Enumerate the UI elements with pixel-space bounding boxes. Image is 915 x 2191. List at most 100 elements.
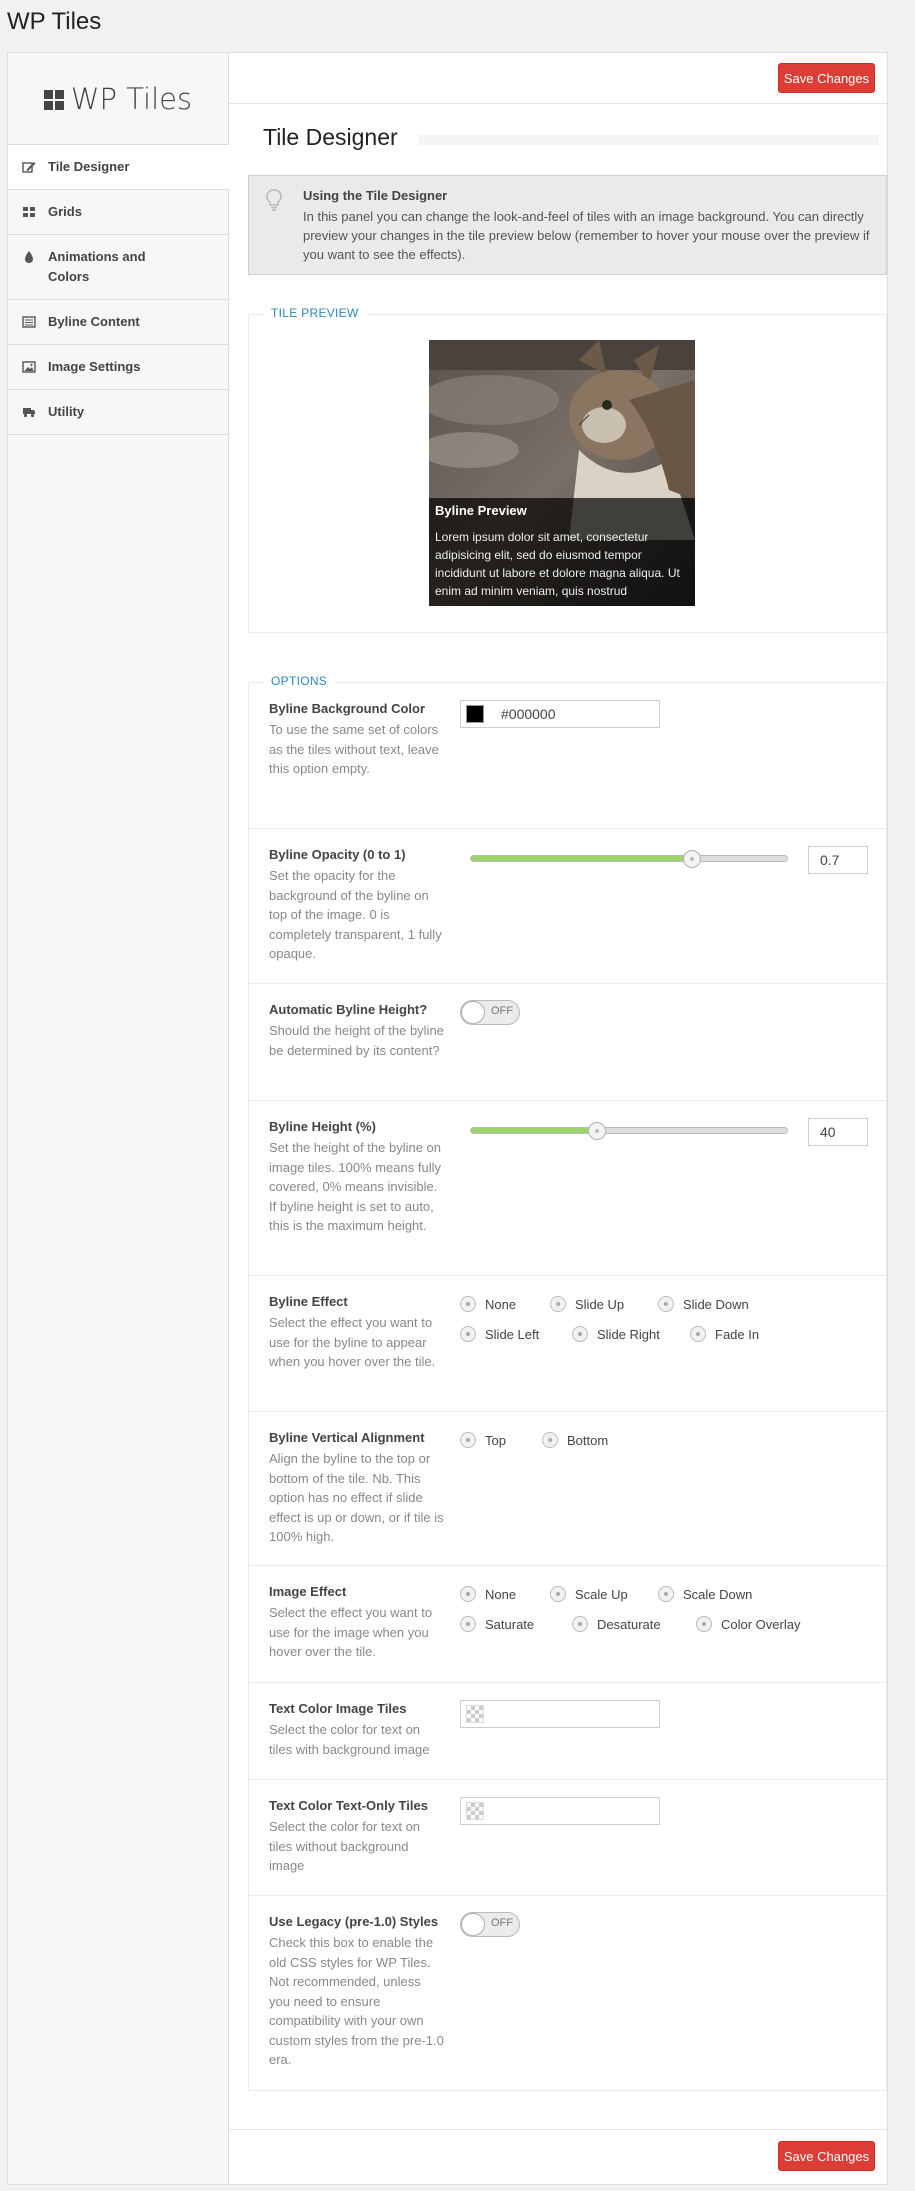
option-label: Image Effect (269, 1584, 347, 1599)
bottom-toolbar: Save Changes (229, 2129, 887, 2184)
option-description: Select the effect you want to use for th… (269, 1605, 433, 1659)
option-label: Text Color Image Tiles (269, 1701, 407, 1716)
sidebar-item-image-settings[interactable]: Image Settings (8, 345, 228, 390)
color-swatch[interactable] (466, 1802, 484, 1820)
page-title: WP Tiles (7, 8, 102, 35)
radio-circle[interactable] (572, 1326, 588, 1342)
radio-label: Saturate (485, 1616, 535, 1632)
byline-effect-radios-row2: Slide Left Slide Right Fade In (460, 1326, 759, 1342)
option-description: Select the color for text on tiles witho… (269, 1819, 421, 1873)
slider-handle[interactable] (683, 850, 702, 868)
radio-circle[interactable] (690, 1326, 706, 1342)
radio-circle[interactable] (658, 1586, 674, 1602)
radio-image-desaturate[interactable]: Desaturate (572, 1616, 696, 1632)
option-byline-vertical-alignment: Byline Vertical Alignment Align the byli… (249, 1412, 886, 1566)
radio-circle[interactable] (460, 1616, 476, 1632)
radio-circle[interactable] (696, 1616, 712, 1632)
main-content: Save Changes Tile Designer Using the Til… (229, 53, 887, 2184)
radio-circle[interactable] (550, 1296, 566, 1312)
option-label: Byline Height (%) (269, 1119, 376, 1134)
radio-effect-slide-up[interactable]: Slide Up (550, 1296, 658, 1312)
color-swatch[interactable] (466, 705, 484, 723)
radio-circle[interactable] (460, 1586, 476, 1602)
color-swatch[interactable] (466, 1705, 484, 1723)
auto-height-toggle[interactable]: OFF (460, 1000, 520, 1025)
save-button-bottom[interactable]: Save Changes (778, 2141, 875, 2171)
option-text-color-text-tiles: Text Color Text-Only Tiles Select the co… (249, 1780, 886, 1896)
option-description: Should the height of the byline be deter… (269, 1023, 444, 1058)
radio-circle[interactable] (460, 1326, 476, 1342)
byline-preview: Byline Preview Lorem ipsum dolor sit ame… (429, 498, 695, 606)
option-auto-byline-height: Automatic Byline Height? Should the heig… (249, 984, 886, 1101)
tile-preview[interactable]: Byline Preview Lorem ipsum dolor sit ame… (429, 340, 695, 606)
radio-image-scale-down[interactable]: Scale Down (658, 1586, 752, 1602)
legacy-styles-toggle[interactable]: OFF (460, 1912, 520, 1937)
save-button[interactable]: Save Changes (778, 63, 875, 93)
radio-effect-slide-down[interactable]: Slide Down (658, 1296, 749, 1312)
bg-color-field[interactable]: #000000 (460, 700, 660, 728)
radio-effect-slide-right[interactable]: Slide Right (572, 1326, 690, 1342)
grid-icon (23, 207, 35, 217)
sidebar-item-grids[interactable]: Grids (8, 190, 228, 235)
sidebar-item-byline-content[interactable]: Byline Content (8, 300, 228, 345)
logo-text: WP Tiles (70, 81, 193, 116)
height-input[interactable]: 40 (808, 1118, 868, 1146)
radio-circle[interactable] (658, 1296, 674, 1312)
text-color-image-field[interactable] (460, 1700, 660, 1728)
radio-effect-slide-left[interactable]: Slide Left (460, 1326, 572, 1342)
option-byline-opacity: Byline Opacity (0 to 1) Set the opacity … (249, 829, 886, 984)
text-color-text-field[interactable] (460, 1797, 660, 1825)
height-slider[interactable] (470, 1122, 788, 1140)
list-icon (22, 316, 36, 328)
option-description: To use the same set of colors as the til… (269, 722, 439, 776)
slider-handle[interactable] (588, 1122, 607, 1140)
sidebar-item-label: Tile Designer (48, 159, 130, 174)
opacity-input[interactable]: 0.7 (808, 846, 868, 874)
sidebar-item-label: Animations and Colors (48, 249, 146, 284)
radio-valign-top[interactable]: Top (460, 1432, 542, 1448)
settings-panel: WP Tiles Tile Designer Grids Animations … (7, 52, 888, 2185)
valign-radios: Top Bottom (460, 1432, 608, 1448)
radio-circle[interactable] (572, 1616, 588, 1632)
radio-image-saturate[interactable]: Saturate (460, 1616, 572, 1632)
option-description: Select the color for text on tiles with … (269, 1722, 430, 1757)
lightbulb-icon (266, 189, 282, 211)
option-description: Select the effect you want to use for th… (269, 1315, 436, 1369)
logo: WP Tiles (8, 53, 228, 144)
top-toolbar: Save Changes (229, 53, 887, 104)
slider-fill (471, 1128, 598, 1133)
radio-label: Desaturate (597, 1616, 661, 1632)
byline-text: Lorem ipsum dolor sit amet, consectetur … (435, 530, 680, 598)
sidebar-item-animations-colors[interactable]: Animations and Colors (8, 235, 228, 300)
toggle-state: OFF (491, 1917, 513, 1929)
sidebar-item-utility[interactable]: Utility (8, 390, 228, 435)
radio-circle[interactable] (460, 1432, 476, 1448)
tile-preview-legend: TILE PREVIEW (264, 306, 366, 320)
color-value: #000000 (501, 706, 556, 722)
radio-label: Slide Down (683, 1296, 749, 1312)
radio-circle[interactable] (550, 1586, 566, 1602)
sidebar-nav: Tile Designer Grids Animations and Color… (8, 144, 229, 435)
opacity-slider[interactable] (470, 850, 788, 868)
section-title: Tile Designer (263, 124, 398, 150)
radio-effect-fade-in[interactable]: Fade In (690, 1326, 759, 1342)
radio-valign-bottom[interactable]: Bottom (542, 1432, 608, 1448)
slider-fill (471, 856, 693, 861)
option-label: Byline Opacity (0 to 1) (269, 847, 406, 862)
radio-circle[interactable] (542, 1432, 558, 1448)
radio-image-scale-up[interactable]: Scale Up (550, 1586, 658, 1602)
sidebar-item-tile-designer[interactable]: Tile Designer (8, 145, 229, 190)
radio-image-none[interactable]: None (460, 1586, 550, 1602)
info-heading: Using the Tile Designer (303, 188, 448, 203)
toggle-knob (461, 1913, 485, 1936)
radio-circle[interactable] (460, 1296, 476, 1312)
option-label: Byline Vertical Alignment (269, 1430, 425, 1445)
tile-preview-section: TILE PREVIEW Byline Preview Lorem ipsum … (248, 306, 887, 633)
radio-image-color-overlay[interactable]: Color Overlay (696, 1616, 800, 1632)
radio-effect-none[interactable]: None (460, 1296, 550, 1312)
options-section: OPTIONS Byline Background Color To use t… (248, 674, 887, 2091)
option-text-color-image-tiles: Text Color Image Tiles Select the color … (249, 1683, 886, 1780)
radio-label: None (485, 1586, 517, 1602)
radio-label: Scale Down (683, 1586, 753, 1602)
option-label: Automatic Byline Height? (269, 1002, 428, 1017)
